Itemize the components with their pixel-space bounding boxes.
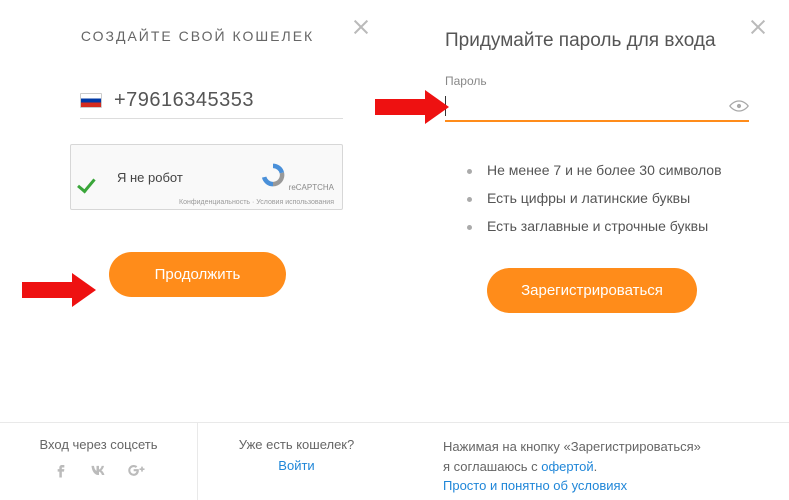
recaptcha-box[interactable]: Я не робот reCAPTCHA Конфиденциальность … [70, 144, 343, 210]
have-wallet-text: Уже есть кошелек? [239, 437, 354, 452]
phone-row: +79616345353 [80, 89, 343, 119]
terms-text-2: я соглашаюсь с [443, 459, 541, 474]
offer-link[interactable]: офертой [541, 459, 593, 474]
have-wallet-block: Уже есть кошелек? Войти [198, 423, 395, 500]
recaptcha-links: Конфиденциальность · Условия использован… [179, 199, 334, 206]
pane-title: СОЗДАЙТЕ СВОЙ КОШЕЛЕК [0, 28, 395, 44]
recaptcha-label: Я не робот [117, 170, 183, 185]
left-footer: Вход через соцсеть Уже есть кошелек? Вой… [0, 422, 395, 500]
req-item: Не менее 7 и не более 30 символов [467, 162, 749, 178]
social-login-title: Вход через соцсеть [40, 437, 158, 452]
pane-title: Придумайте пароль для входа [445, 30, 789, 52]
close-icon[interactable] [749, 18, 767, 36]
social-login-block: Вход через соцсеть [0, 423, 198, 500]
req-item: Есть цифры и латинские буквы [467, 190, 749, 206]
flag-ru-icon[interactable] [80, 93, 102, 108]
google-plus-icon[interactable] [127, 460, 147, 480]
password-input[interactable] [445, 97, 729, 115]
close-icon[interactable] [352, 18, 370, 36]
password-label: Пароль [445, 74, 789, 88]
right-footer: Нажимая на кнопку «Зарегистрироваться» я… [395, 422, 789, 500]
red-arrow-icon [375, 90, 455, 124]
checkmark-icon [85, 166, 107, 188]
terms-text-1: Нажимая на кнопку «Зарегистрироваться» [443, 439, 701, 454]
register-button[interactable]: Зарегистрироваться [487, 268, 697, 313]
vk-icon[interactable] [89, 460, 109, 480]
login-link[interactable]: Войти [210, 458, 383, 473]
recaptcha-icon [260, 162, 286, 188]
eye-icon[interactable] [729, 99, 749, 113]
recaptcha-brand: reCAPTCHA [260, 162, 334, 193]
password-field[interactable] [445, 92, 749, 122]
conditions-link[interactable]: Просто и понятно об условиях [443, 478, 627, 493]
phone-number[interactable]: +79616345353 [114, 89, 254, 112]
req-item: Есть заглавные и строчные буквы [467, 218, 749, 234]
create-wallet-pane: СОЗДАЙТЕ СВОЙ КОШЕЛЕК +79616345353 Я не … [0, 0, 395, 500]
password-requirements: Не менее 7 и не более 30 символов Есть ц… [467, 162, 749, 234]
red-arrow-icon [22, 273, 102, 307]
facebook-icon[interactable] [51, 460, 71, 480]
continue-button[interactable]: Продолжить [109, 252, 287, 297]
